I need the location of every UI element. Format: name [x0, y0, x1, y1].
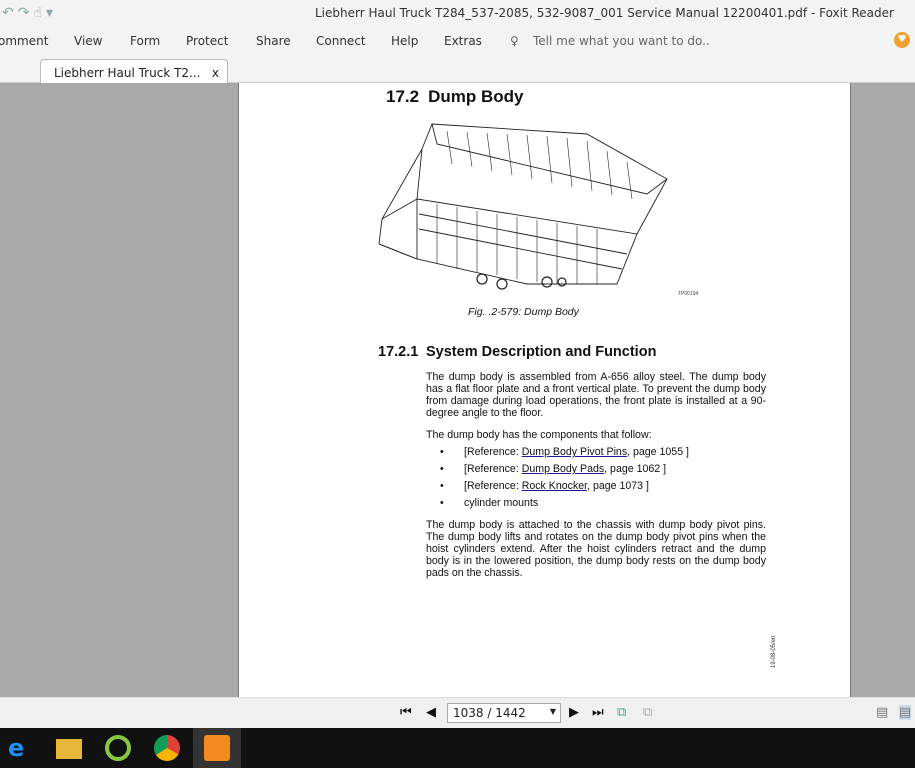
list-item: • [Reference: Dump Body Pads, page 1062 ] [440, 463, 667, 475]
link-pivot-pins[interactable]: Dump Body Pivot Pins [522, 446, 627, 458]
previous-page-icon[interactable]: ◀ [426, 705, 436, 720]
foxit-taskbar-item[interactable] [193, 728, 241, 768]
menu-help[interactable]: Help [391, 34, 418, 48]
status-bar: ⏮ ◀ 1038 / 1442 ▼ ▶ ⏭ ⧉ ⧉ ▤ ▤ [0, 697, 915, 728]
app-icon[interactable] [105, 735, 131, 761]
tell-me-input[interactable]: Tell me what you want to do.. [533, 34, 710, 48]
edge-icon[interactable]: e [8, 735, 34, 761]
figure-code: TP00194 [678, 291, 699, 297]
section-heading: 17.2 Dump Body [386, 87, 524, 106]
chevron-down-icon[interactable]: ▼ [550, 707, 556, 716]
heart-icon[interactable]: ♥ [894, 32, 910, 48]
paragraph-2: The dump body has the components that fo… [426, 429, 652, 441]
link-rock-knocker[interactable]: Rock Knocker [522, 480, 587, 492]
menu-comment[interactable]: omment [0, 34, 48, 48]
menu-extras[interactable]: Extras [444, 34, 482, 48]
foxit-icon [204, 735, 230, 761]
continuous-page-icon[interactable]: ▤ [899, 705, 912, 720]
document-tab[interactable]: Liebherr Haul Truck T2... x [40, 59, 228, 83]
list-item: • [Reference: Dump Body Pivot Pins, page … [440, 446, 689, 458]
chrome-icon[interactable] [154, 735, 180, 761]
quick-access-icons[interactable]: ↶↷☝▾ [2, 5, 57, 21]
last-page-icon[interactable]: ⏭ [592, 705, 604, 720]
lightbulb-icon: ♀ [510, 34, 519, 48]
figure-caption: Fig. .2-579: Dump Body [468, 306, 579, 318]
next-page-icon[interactable]: ▶ [569, 705, 579, 720]
taskbar: e [0, 728, 915, 768]
window-title: Liebherr Haul Truck T284_537-2085, 532-9… [315, 6, 894, 20]
pdf-page: 17.2 Dump Body TP00194 Fig. .2-579: Dump … [238, 83, 851, 697]
list-item: • [Reference: Rock Knocker, page 1073 ] [440, 480, 649, 492]
paragraph-1: The dump body is assembled from A-656 al… [426, 371, 766, 419]
menu-protect[interactable]: Protect [186, 34, 228, 48]
link-body-pads[interactable]: Dump Body Pads [522, 463, 604, 475]
menu-connect[interactable]: Connect [316, 34, 366, 48]
tab-bar: Liebherr Haul Truck T2... x [0, 55, 915, 83]
paragraph-3: The dump body is attached to the chassis… [426, 519, 766, 579]
page-number-input[interactable]: 1038 / 1442 ▼ [447, 703, 561, 723]
first-page-icon[interactable]: ⏮ [400, 705, 412, 720]
menu-view[interactable]: View [74, 34, 102, 48]
tab-label: Liebherr Haul Truck T2... [54, 66, 201, 80]
file-explorer-icon[interactable] [56, 739, 82, 759]
menu-form[interactable]: Form [130, 34, 160, 48]
side-code: 19-08-05/en [771, 635, 777, 668]
menu-share[interactable]: Share [256, 34, 291, 48]
previous-view-icon[interactable]: ⧉ [617, 705, 626, 720]
next-view-icon[interactable]: ⧉ [643, 705, 652, 720]
subsection-heading: 17.2.1 System Description and Function [378, 344, 657, 360]
single-page-icon[interactable]: ▤ [876, 705, 888, 720]
title-bar: ↶↷☝▾ Liebherr Haul Truck T284_537-2085, … [0, 0, 915, 28]
close-tab-icon[interactable]: x [212, 66, 219, 80]
menu-bar: omment View Form Protect Share Connect H… [0, 28, 915, 55]
dump-body-figure [378, 123, 668, 290]
list-item: • cylinder mounts [440, 497, 539, 509]
